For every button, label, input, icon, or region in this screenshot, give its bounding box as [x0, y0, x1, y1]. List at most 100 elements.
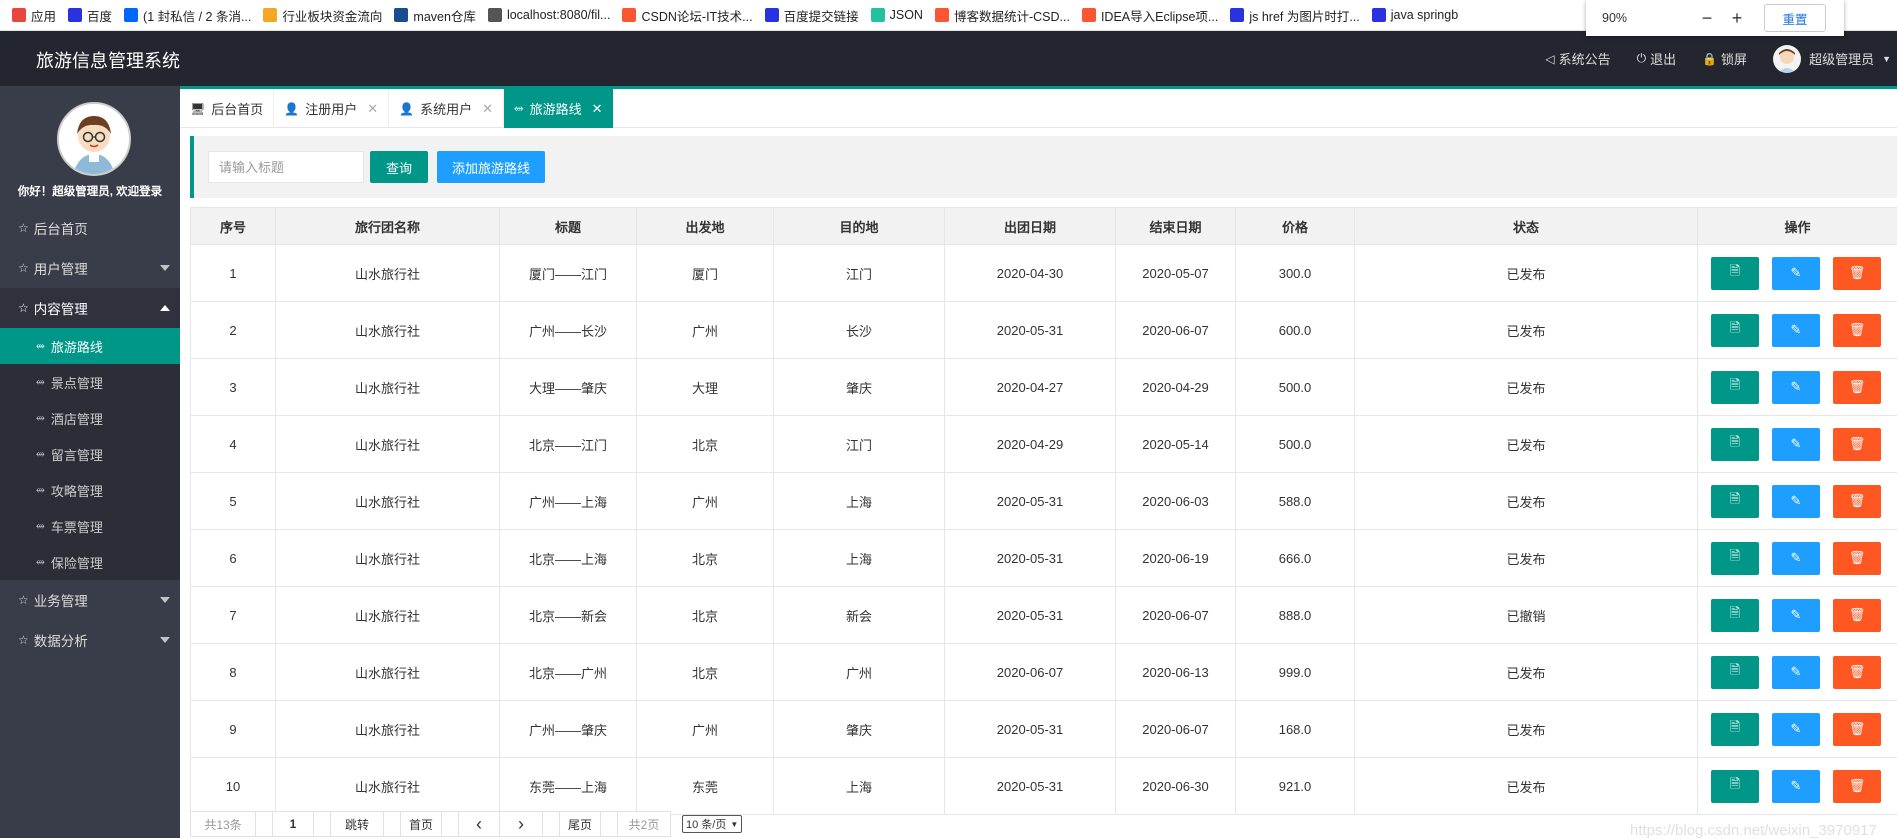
bookmark-item[interactable]: 博客数据统计-CSD...	[935, 6, 1070, 25]
notice-link[interactable]: ◁ 系统公告	[1545, 49, 1610, 68]
edit-button[interactable]: ✎	[1772, 713, 1820, 746]
sidebar-subitem-hotels[interactable]: ⥈ 酒店管理	[0, 400, 180, 436]
sidebar-subitem-insurance[interactable]: ⥈ 保险管理	[0, 544, 180, 580]
sidebar-item-content-management[interactable]: ☆ 内容管理	[0, 288, 180, 328]
delete-button[interactable]: 🗑	[1833, 599, 1881, 632]
sidebar-subitem-label: 攻略管理	[51, 481, 103, 500]
zoom-in-button[interactable]: +	[1722, 8, 1752, 29]
table-cell: 东莞——上海	[500, 758, 637, 815]
document-icon: 🗎	[1730, 319, 1740, 341]
last-page-button[interactable]: 尾页	[559, 811, 601, 837]
view-button[interactable]: 🗎	[1711, 542, 1759, 575]
pencil-icon: ✎	[1791, 436, 1802, 452]
add-route-button[interactable]: 添加旅游路线	[437, 151, 545, 183]
bookmark-label: JSON	[890, 8, 923, 22]
prev-page-button[interactable]: ‹	[458, 811, 500, 837]
delete-button[interactable]: 🗑	[1833, 713, 1881, 746]
logout-link[interactable]: ⏻ 退出	[1637, 49, 1677, 68]
edit-button[interactable]: ✎	[1772, 485, 1820, 518]
page-number-input[interactable]: 1	[272, 811, 314, 837]
table-cell: 168.0	[1236, 701, 1355, 758]
pencil-icon: ✎	[1791, 265, 1802, 281]
first-page-button[interactable]: 首页	[400, 811, 442, 837]
edit-button[interactable]: ✎	[1772, 770, 1820, 803]
user-menu[interactable]: 超级管理员 ▼	[1773, 45, 1891, 73]
edit-button[interactable]: ✎	[1772, 257, 1820, 290]
table-cell: 2020-06-07	[1116, 302, 1236, 359]
sidebar-subitem-messages[interactable]: ⥈ 留言管理	[0, 436, 180, 472]
bookmark-item[interactable]: IDEA导入Eclipse项...	[1082, 6, 1218, 25]
column-header: 出发地	[637, 208, 774, 245]
jump-button[interactable]: 跳转	[330, 811, 384, 837]
sidebar-item-business-management[interactable]: ☆ 业务管理	[0, 580, 180, 620]
bookmark-item[interactable]: 行业板块资金流向	[263, 6, 382, 25]
lock-screen-link[interactable]: 🔒 锁屏	[1702, 49, 1747, 68]
tab-system-users[interactable]: 👤 系统用户 ✕	[389, 89, 504, 128]
caret-down-icon	[160, 265, 170, 271]
close-icon[interactable]: ✕	[367, 101, 378, 117]
table-cell: 2020-06-07	[945, 644, 1116, 701]
tab-travel-routes[interactable]: ⥈ 旅游路线 ✕	[504, 89, 614, 128]
delete-button[interactable]: 🗑	[1833, 257, 1881, 290]
view-button[interactable]: 🗎	[1711, 485, 1759, 518]
actions-cell: 🗎 ✎ 🗑	[1698, 416, 1897, 473]
bookmark-item[interactable]: CSDN论坛-IT技术...	[622, 6, 752, 25]
view-button[interactable]: 🗎	[1711, 599, 1759, 632]
delete-button[interactable]: 🗑	[1833, 428, 1881, 461]
delete-button[interactable]: 🗑	[1833, 314, 1881, 347]
view-button[interactable]: 🗎	[1711, 656, 1759, 689]
bookmark-item[interactable]: localhost:8080/fil...	[488, 8, 611, 22]
routes-table: 序号旅行团名称标题出发地目的地出团日期结束日期价格状态操作 1山水旅行社厦门——…	[190, 207, 1897, 815]
bookmark-item[interactable]: JSON	[871, 8, 923, 22]
page-size-select[interactable]: 10 条/页 ▼	[682, 815, 742, 833]
sidebar-subitem-scenic-spots[interactable]: ⥈ 景点管理	[0, 364, 180, 400]
edit-button[interactable]: ✎	[1772, 656, 1820, 689]
delete-button[interactable]: 🗑	[1833, 542, 1881, 575]
actions-cell: 🗎 ✎ 🗑	[1698, 530, 1897, 587]
tab-home[interactable]: 🖥 后台首页	[180, 89, 274, 128]
view-button[interactable]: 🗎	[1711, 428, 1759, 461]
close-icon[interactable]: ✕	[482, 101, 493, 117]
title-search-input[interactable]	[208, 151, 364, 183]
bookmark-item[interactable]: 应用	[12, 6, 56, 25]
sidebar-item-user-management[interactable]: ☆ 用户管理	[0, 248, 180, 288]
table-cell: 新会	[774, 587, 945, 644]
bookmark-item[interactable]: 百度	[68, 6, 112, 25]
next-page-button[interactable]: ›	[499, 811, 543, 837]
pencil-icon: ✎	[1791, 493, 1802, 509]
view-button[interactable]: 🗎	[1711, 257, 1759, 290]
delete-button[interactable]: 🗑	[1833, 371, 1881, 404]
sidebar-item-home[interactable]: ☆ 后台首页	[0, 208, 180, 248]
bookmark-item[interactable]: java springb	[1372, 8, 1458, 22]
bookmark-item[interactable]: 百度提交链接	[765, 6, 859, 25]
sidebar-subitem-guides[interactable]: ⥈ 攻略管理	[0, 472, 180, 508]
close-icon[interactable]: ✕	[592, 101, 603, 117]
edit-button[interactable]: ✎	[1772, 371, 1820, 404]
zoom-out-button[interactable]: −	[1692, 8, 1722, 29]
total-count: 共13条	[190, 811, 256, 837]
tab-registered-users[interactable]: 👤 注册用户 ✕	[274, 89, 389, 128]
bookmark-item[interactable]: js href 为图片时打...	[1230, 6, 1359, 25]
sidebar-subitem-tickets[interactable]: ⥈ 车票管理	[0, 508, 180, 544]
bookmark-item[interactable]: (1 封私信 / 2 条消...	[124, 6, 251, 25]
bookmark-item[interactable]: maven仓库	[394, 6, 476, 25]
edit-button[interactable]: ✎	[1772, 428, 1820, 461]
edit-button[interactable]: ✎	[1772, 599, 1820, 632]
delete-button[interactable]: 🗑	[1833, 485, 1881, 518]
zoom-reset-button[interactable]: 重置	[1764, 4, 1826, 32]
view-button[interactable]: 🗎	[1711, 314, 1759, 347]
sidebar: 你好！超级管理员, 欢迎登录 ☆ 后台首页 ☆ 用户管理 ☆ 内容管理 ⥈ 旅游…	[0, 86, 180, 838]
view-button[interactable]: 🗎	[1711, 371, 1759, 404]
table-cell: 广州	[637, 302, 774, 359]
view-button[interactable]: 🗎	[1711, 770, 1759, 803]
user-icon: 👤	[399, 102, 414, 116]
edit-button[interactable]: ✎	[1772, 314, 1820, 347]
delete-button[interactable]: 🗑	[1833, 770, 1881, 803]
query-button[interactable]: 查询	[370, 151, 428, 183]
view-button[interactable]: 🗎	[1711, 713, 1759, 746]
table-cell: 已发布	[1355, 416, 1698, 473]
delete-button[interactable]: 🗑	[1833, 656, 1881, 689]
sidebar-subitem-travel-routes[interactable]: ⥈ 旅游路线	[0, 328, 180, 364]
sidebar-item-data-analysis[interactable]: ☆ 数据分析	[0, 620, 180, 660]
edit-button[interactable]: ✎	[1772, 542, 1820, 575]
